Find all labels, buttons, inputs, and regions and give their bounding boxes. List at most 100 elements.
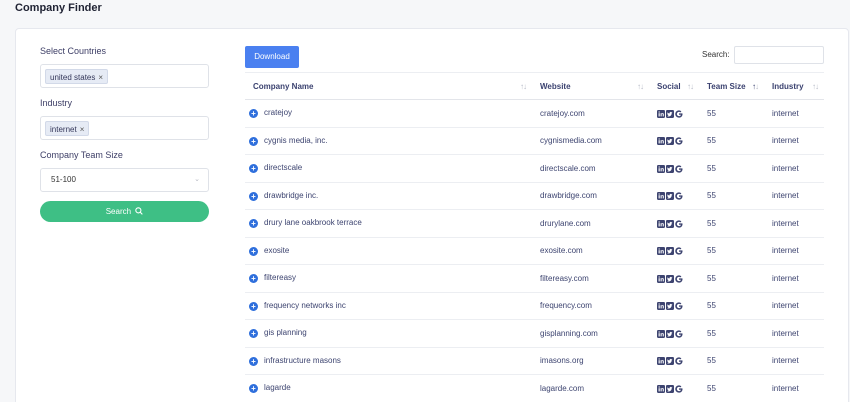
linkedin-icon[interactable] xyxy=(657,192,665,201)
website-cell[interactable]: filtereasy.com xyxy=(532,264,649,293)
google-icon[interactable] xyxy=(675,137,683,145)
table-search-input[interactable] xyxy=(734,46,824,64)
countries-select[interactable]: united states × xyxy=(40,64,209,88)
company-name[interactable]: drury lane oakbrook terrace xyxy=(264,218,362,227)
website-cell[interactable]: cygnismedia.com xyxy=(532,127,649,155)
linkedin-icon[interactable] xyxy=(657,384,665,393)
twitter-icon[interactable] xyxy=(666,137,674,146)
search-button[interactable]: Search xyxy=(40,201,209,222)
google-icon[interactable] xyxy=(675,275,683,283)
table-row[interactable]: + drury lane oakbrook terrace drurylane.co… xyxy=(245,209,824,238)
website-cell[interactable]: drurylane.com xyxy=(532,209,649,238)
linkedin-icon[interactable] xyxy=(657,329,665,338)
team-size-select[interactable]: 51-100 ⌄ xyxy=(40,168,209,192)
download-button[interactable]: Download xyxy=(245,46,299,68)
google-icon[interactable] xyxy=(675,247,683,255)
table-row[interactable]: + exosite exosite.com 55 internet xyxy=(245,237,824,265)
linkedin-icon[interactable] xyxy=(657,274,665,283)
linkedin-icon[interactable] xyxy=(657,109,665,118)
twitter-icon[interactable] xyxy=(666,384,674,393)
search-icon xyxy=(135,207,144,215)
header-industry[interactable]: Industry ↑↓ xyxy=(764,72,824,100)
twitter-icon[interactable] xyxy=(666,329,674,338)
header-team-size[interactable]: Team Size ↑↓ xyxy=(699,72,764,100)
company-name[interactable]: cratejoy xyxy=(264,108,292,117)
linkedin-icon[interactable] xyxy=(657,302,665,311)
company-name[interactable]: lagarde xyxy=(264,383,291,392)
website-cell[interactable]: imasons.org xyxy=(532,347,649,375)
google-icon[interactable] xyxy=(675,330,683,338)
twitter-icon[interactable] xyxy=(666,247,674,256)
country-chip-label: united states xyxy=(50,73,96,82)
industry-select[interactable]: internet × xyxy=(40,116,209,140)
header-website[interactable]: Website ↑↓ xyxy=(532,72,649,100)
plus-circle-icon[interactable]: + xyxy=(249,109,258,119)
remove-chip-icon[interactable]: × xyxy=(80,125,85,134)
table-row[interactable]: + lagarde lagarde.com 55 internet xyxy=(245,374,824,402)
company-name[interactable]: exosite xyxy=(264,246,289,255)
team-size-cell: 55 xyxy=(699,182,764,210)
linkedin-icon[interactable] xyxy=(657,357,665,366)
plus-circle-icon[interactable]: + xyxy=(249,384,258,394)
remove-chip-icon[interactable]: × xyxy=(98,73,103,82)
linkedin-icon[interactable] xyxy=(657,219,665,228)
table-row[interactable]: + directscale directscale.com 55 internet xyxy=(245,154,824,183)
linkedin-icon[interactable] xyxy=(657,137,665,146)
table-row[interactable]: + gis planning gisplanning.com 55 internet xyxy=(245,319,824,348)
company-name-cell: + lagarde xyxy=(245,374,532,402)
google-icon[interactable] xyxy=(675,110,683,118)
table-row[interactable]: + infrastructure masons imasons.org 55 inter… xyxy=(245,347,824,375)
google-icon[interactable] xyxy=(675,385,683,393)
plus-circle-icon[interactable]: + xyxy=(249,329,258,339)
google-icon[interactable] xyxy=(675,192,683,200)
twitter-icon[interactable] xyxy=(666,192,674,201)
company-name[interactable]: filtereasy xyxy=(264,273,296,282)
company-name[interactable]: drawbridge inc. xyxy=(264,191,318,200)
plus-circle-icon[interactable]: + xyxy=(249,301,258,311)
team-size-cell: 55 xyxy=(699,292,764,320)
team-size-cell: 55 xyxy=(699,127,764,155)
plus-circle-icon[interactable]: + xyxy=(249,219,258,229)
plus-circle-icon[interactable]: + xyxy=(249,136,258,146)
table-row[interactable]: + frequency networks inc frequency.com 55 in… xyxy=(245,292,824,320)
google-icon[interactable] xyxy=(675,302,683,310)
twitter-icon[interactable] xyxy=(666,274,674,283)
company-name[interactable]: directscale xyxy=(264,163,302,172)
website-cell[interactable]: directscale.com xyxy=(532,154,649,183)
twitter-icon[interactable] xyxy=(666,219,674,228)
company-name[interactable]: cygnis media, inc. xyxy=(264,136,328,145)
header-social[interactable]: Social ↑↓ xyxy=(649,72,699,100)
plus-circle-icon[interactable]: + xyxy=(249,191,258,201)
plus-circle-icon[interactable]: + xyxy=(249,164,258,174)
twitter-icon[interactable] xyxy=(666,109,674,118)
google-icon[interactable] xyxy=(675,220,683,228)
linkedin-icon[interactable] xyxy=(657,247,665,256)
company-name[interactable]: gis planning xyxy=(264,328,307,337)
twitter-icon[interactable] xyxy=(666,357,674,366)
company-name-cell: + frequency networks inc xyxy=(245,292,532,320)
website-cell[interactable]: gisplanning.com xyxy=(532,319,649,348)
table-row[interactable]: + filtereasy filtereasy.com 55 internet xyxy=(245,264,824,293)
team-size-cell: 55 xyxy=(699,237,764,265)
twitter-icon[interactable] xyxy=(666,302,674,311)
website-cell[interactable]: cratejoy.com xyxy=(532,99,649,128)
plus-circle-icon[interactable]: + xyxy=(249,274,258,284)
website-cell[interactable]: frequency.com xyxy=(532,292,649,320)
company-name[interactable]: frequency networks inc xyxy=(264,301,346,310)
plus-circle-icon[interactable]: + xyxy=(249,246,258,256)
social-cell xyxy=(649,374,699,402)
website-cell[interactable]: drawbridge.com xyxy=(532,182,649,210)
website-cell[interactable]: exosite.com xyxy=(532,237,649,265)
google-icon[interactable] xyxy=(675,357,683,365)
table-row[interactable]: + drawbridge inc. drawbridge.com 55 internet xyxy=(245,182,824,210)
google-icon[interactable] xyxy=(675,165,683,173)
company-name-cell: + cratejoy xyxy=(245,99,532,128)
website-cell[interactable]: lagarde.com xyxy=(532,374,649,402)
header-company-name[interactable]: Company Name ↑↓ xyxy=(245,72,532,100)
twitter-icon[interactable] xyxy=(666,164,674,173)
plus-circle-icon[interactable]: + xyxy=(249,356,258,366)
linkedin-icon[interactable] xyxy=(657,164,665,173)
table-row[interactable]: + cygnis media, inc. cygnismedia.com 55 inte… xyxy=(245,127,824,155)
table-row[interactable]: + cratejoy cratejoy.com 55 internet xyxy=(245,99,824,128)
company-name[interactable]: infrastructure masons xyxy=(264,356,341,365)
